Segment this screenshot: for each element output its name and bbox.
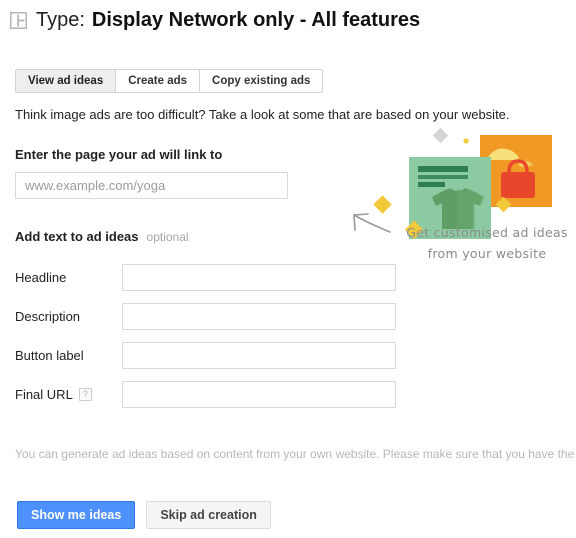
final-url-label-text: Final URL (15, 387, 73, 402)
campaign-type-value: Display Network only - All features (91, 8, 421, 31)
add-text-heading: Add text to ad ideas optional (15, 229, 189, 244)
add-text-title: Add text to ad ideas (15, 229, 139, 244)
form-row-final-url: Final URL ? (15, 375, 400, 414)
final-url-input[interactable] (122, 381, 396, 408)
diamond-grey-icon (432, 127, 449, 144)
illustration-note: Get customised ad ideas from your websit… (398, 222, 576, 264)
form-row-headline: Headline (15, 258, 400, 297)
curved-arrow-left-icon (353, 213, 391, 233)
button-label-label-text: Button label (15, 348, 84, 363)
tab-copy-existing-ads[interactable]: Copy existing ads (200, 70, 323, 92)
legal-disclaimer: You can generate ad ideas based on conte… (15, 447, 576, 461)
ad-creation-tabs: View ad ideas Create ads Copy existing a… (15, 69, 324, 93)
ad-text-form: Headline Description Button label Final … (15, 258, 400, 414)
diamond-yellow-inner-icon (373, 195, 392, 214)
description-input[interactable] (122, 303, 396, 330)
headline-input[interactable] (122, 264, 396, 291)
form-actions: Show me ideas Skip ad creation (17, 501, 271, 529)
form-row-description: Description (15, 297, 400, 336)
handbag-icon (501, 159, 535, 198)
type-label: Type: (36, 8, 85, 31)
layout-grid-icon (10, 11, 27, 29)
page-url-input[interactable] (15, 172, 288, 199)
cap-icon (486, 148, 533, 167)
button-label-input[interactable] (122, 342, 396, 369)
page-url-label: Enter the page your ad will link to (15, 147, 223, 162)
tab-view-ad-ideas[interactable]: View ad ideas (16, 70, 117, 92)
skip-ad-creation-button[interactable]: Skip ad creation (146, 501, 271, 529)
illustration-note-line1: Get customised ad ideas (406, 225, 568, 240)
final-url-label: Final URL ? (15, 387, 122, 402)
headline-label-text: Headline (15, 270, 67, 285)
add-text-optional-badge: optional (146, 230, 189, 244)
form-row-button-label: Button label (15, 336, 400, 375)
orange-product-card (480, 135, 552, 207)
description-label-text: Description (15, 309, 81, 324)
tab-create-ads[interactable]: Create ads (116, 70, 201, 92)
diamond-yellow-right-icon (495, 196, 512, 213)
illustration-note-line2: from your website (427, 246, 547, 261)
intro-text: Think image ads are too difficult? Take … (15, 107, 510, 122)
text-bars-icon (418, 166, 468, 187)
headline-label: Headline (15, 270, 122, 285)
dot-yellow-icon (463, 138, 469, 144)
button-label-label: Button label (15, 348, 122, 363)
help-question-icon[interactable]: ? (78, 388, 92, 401)
description-label: Description (15, 309, 122, 324)
page-header: Type: Display Network only - All feature… (10, 2, 420, 38)
show-me-ideas-button[interactable]: Show me ideas (17, 501, 136, 529)
